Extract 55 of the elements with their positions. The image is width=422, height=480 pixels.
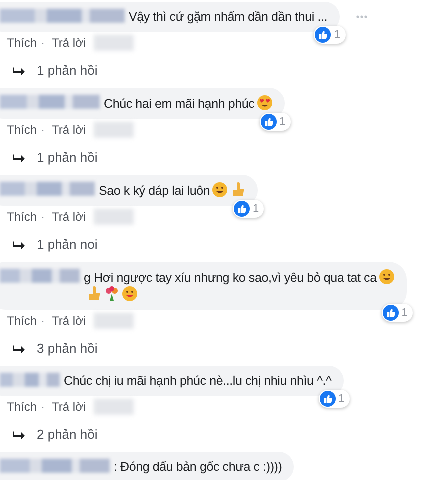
blurred-timestamp: [94, 313, 134, 329]
heart-eyes-emoji-icon: [256, 95, 273, 111]
reply-arrow-icon: [13, 66, 25, 76]
blurred-timestamp: [94, 35, 134, 51]
blurred-timestamp: [94, 209, 134, 225]
reply-arrow-icon: [13, 153, 25, 163]
separator-dot: ·: [41, 399, 46, 416]
separator-dot: ·: [41, 209, 46, 226]
thumbs-up-icon: [234, 200, 250, 217]
comment-action-link[interactable]: Trả lời: [52, 312, 86, 330]
comment-text: Chúc hai em mãi hạnh phúc: [104, 95, 273, 112]
hand-emoji-icon: [230, 182, 246, 198]
comment-text: Chúc chị iu mãi hạnh phúc nè...lu chị nhiu nhìu ^.^: [64, 373, 332, 389]
reply-arrow-icon: [13, 344, 25, 354]
comment-action-link[interactable]: Trả lời: [52, 208, 86, 226]
comment-action-link[interactable]: Thích: [7, 121, 38, 139]
thumbs-up-icon: [320, 390, 336, 407]
smiley-emoji-icon: [378, 269, 395, 285]
comment-action-link[interactable]: Thích: [7, 208, 38, 226]
comment-action-link[interactable]: Trả lời: [52, 34, 86, 52]
view-replies-link[interactable]: 1 phản noi: [37, 235, 98, 255]
view-replies-link[interactable]: 2 phản hồi: [37, 425, 98, 445]
like-count: 1: [402, 306, 408, 320]
hand-emoji-icon: [86, 286, 102, 302]
separator-dot: ·: [41, 313, 46, 330]
blurred-timestamp: [94, 122, 134, 138]
bouquet-emoji-icon: [104, 286, 120, 302]
like-count: 1: [334, 28, 341, 42]
comment-text: Sao k ký dáp lai luôn: [99, 182, 246, 199]
reply-arrow-icon: [13, 240, 25, 250]
view-replies-link[interactable]: 1 phản hồi: [37, 61, 98, 81]
comment-text: : Đóng dấu bản gốc chưa c :)))): [114, 459, 282, 475]
comment-action-link[interactable]: Thích: [7, 398, 38, 416]
view-replies-link[interactable]: 3 phản hồi: [37, 339, 98, 359]
smiley-emoji-icon: [212, 182, 228, 198]
thumbs-up-icon: [260, 114, 277, 130]
like-count: 1: [253, 202, 260, 216]
comment-text: Vậy thì cứ gặm nhấm dần dần thui ...: [129, 9, 328, 25]
separator-dot: ·: [41, 122, 46, 139]
more-options-icon[interactable]: [356, 15, 368, 19]
blurred-name: [0, 373, 60, 387]
separator-dot: ·: [41, 35, 46, 52]
comment-action-link[interactable]: Thích: [7, 34, 38, 52]
thumbs-up-icon: [382, 304, 399, 321]
thumbs-up-icon: [315, 26, 332, 43]
blurred-timestamp: [94, 399, 134, 415]
smiley-emoji-icon: [122, 286, 138, 302]
comment-action-link[interactable]: Trả lời: [52, 121, 86, 139]
reply-arrow-icon: [13, 430, 25, 440]
like-count: 1: [338, 392, 345, 406]
comment-text: g Hơi ngược tay xíu nhưng ko sao,vì yêu bỏ qua tat ca: [84, 269, 395, 303]
like-count: 1: [280, 114, 286, 130]
comment-action-link[interactable]: Trả lời: [52, 398, 86, 416]
comment-action-link[interactable]: Thích: [7, 312, 38, 330]
view-replies-link[interactable]: 1 phản hồi: [37, 148, 98, 168]
